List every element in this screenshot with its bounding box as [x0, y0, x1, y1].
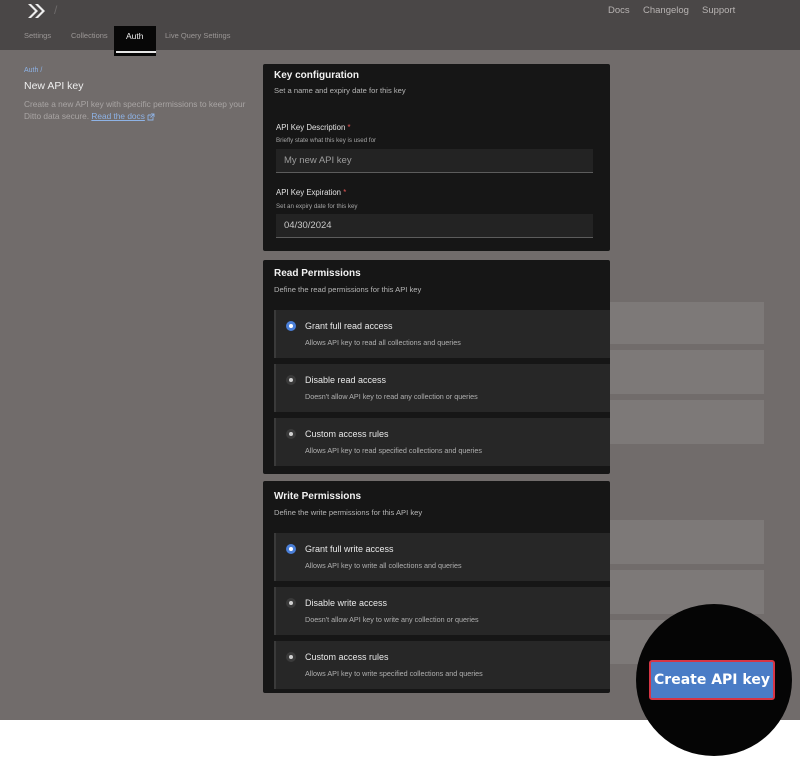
radio-selected-icon[interactable]: [286, 321, 296, 331]
write-permissions-card: Write Permissions Define the write permi…: [263, 481, 610, 693]
write-option-custom[interactable]: Custom access rules Allows API key to wr…: [274, 641, 610, 689]
background-panel: [610, 302, 764, 344]
page-title: New API key: [24, 80, 84, 92]
radio-unselected-icon[interactable]: [286, 429, 296, 439]
write-option-disable[interactable]: Disable write access Doesn't allow API k…: [274, 587, 610, 635]
read-option-custom[interactable]: Custom access rules Allows API key to re…: [274, 418, 610, 466]
option-title: Disable read access: [305, 375, 387, 385]
expiration-date-input[interactable]: 04/30/2024: [276, 214, 593, 238]
description-input[interactable]: My new API key: [276, 149, 593, 173]
support-link[interactable]: Support: [702, 5, 735, 16]
active-tab-indicator: [116, 51, 156, 53]
option-title: Disable write access: [305, 598, 388, 608]
read-docs-link[interactable]: Read the docs: [91, 111, 145, 121]
breadcrumb-divider: /: [54, 3, 58, 17]
option-description: Allows API key to write specified collec…: [305, 669, 483, 678]
card-title: Key configuration: [274, 70, 360, 81]
key-configuration-card: Key configuration Set a name and expiry …: [263, 64, 610, 251]
card-subtitle: Define the read permissions for this API…: [274, 285, 422, 294]
expiration-label: API Key Expiration *: [276, 188, 346, 197]
external-link-icon: [147, 113, 155, 121]
option-description: Allows API key to write all collections …: [305, 561, 462, 570]
tab-live-query-settings[interactable]: Live Query Settings: [165, 31, 230, 40]
option-description: Doesn't allow API key to write any colle…: [305, 615, 479, 624]
read-option-full[interactable]: Grant full read access Allows API key to…: [274, 310, 610, 358]
option-title: Grant full write access: [305, 544, 394, 554]
option-description: Allows API key to read all collections a…: [305, 338, 461, 347]
write-option-full[interactable]: Grant full write access Allows API key t…: [274, 533, 610, 581]
changelog-link[interactable]: Changelog: [643, 5, 689, 16]
radio-selected-icon[interactable]: [286, 544, 296, 554]
tab-settings[interactable]: Settings: [24, 31, 51, 40]
card-subtitle: Set a name and expiry date for this key: [274, 86, 406, 95]
card-title: Read Permissions: [274, 268, 361, 279]
ditto-logo-icon[interactable]: [27, 3, 47, 19]
description-label-text: API Key Description: [276, 123, 346, 132]
option-title: Custom access rules: [305, 429, 389, 439]
top-navigation: / Docs Changelog Support Settings Collec…: [0, 0, 800, 56]
background-panel: [610, 400, 764, 444]
read-permissions-card: Read Permissions Define the read permiss…: [263, 260, 610, 474]
background-panel: [610, 520, 764, 564]
option-description: Allows API key to read specified collect…: [305, 446, 482, 455]
card-subtitle: Define the write permissions for this AP…: [274, 508, 423, 517]
background-panel: [610, 350, 764, 394]
required-mark: *: [343, 188, 347, 197]
read-option-disable[interactable]: Disable read access Doesn't allow API ke…: [274, 364, 610, 412]
option-description: Doesn't allow API key to read any collec…: [305, 392, 478, 401]
expiration-hint: Set an expiry date for this key: [276, 203, 358, 210]
option-title: Custom access rules: [305, 652, 389, 662]
docs-link[interactable]: Docs: [608, 5, 630, 16]
option-title: Grant full read access: [305, 321, 393, 331]
card-title: Write Permissions: [274, 491, 362, 502]
page-description: Create a new API key with specific permi…: [24, 98, 256, 122]
radio-unselected-icon[interactable]: [286, 598, 296, 608]
radio-unselected-icon[interactable]: [286, 375, 296, 385]
expiration-label-text: API Key Expiration: [276, 188, 342, 197]
breadcrumb[interactable]: Auth /: [24, 67, 42, 74]
description-label: API Key Description *: [276, 123, 351, 132]
radio-unselected-icon[interactable]: [286, 652, 296, 662]
create-api-key-button[interactable]: Create API key: [649, 660, 775, 700]
description-hint: Briefly state what this key is used for: [276, 137, 377, 144]
required-mark: *: [347, 123, 351, 132]
tab-collections[interactable]: Collections: [71, 31, 108, 40]
